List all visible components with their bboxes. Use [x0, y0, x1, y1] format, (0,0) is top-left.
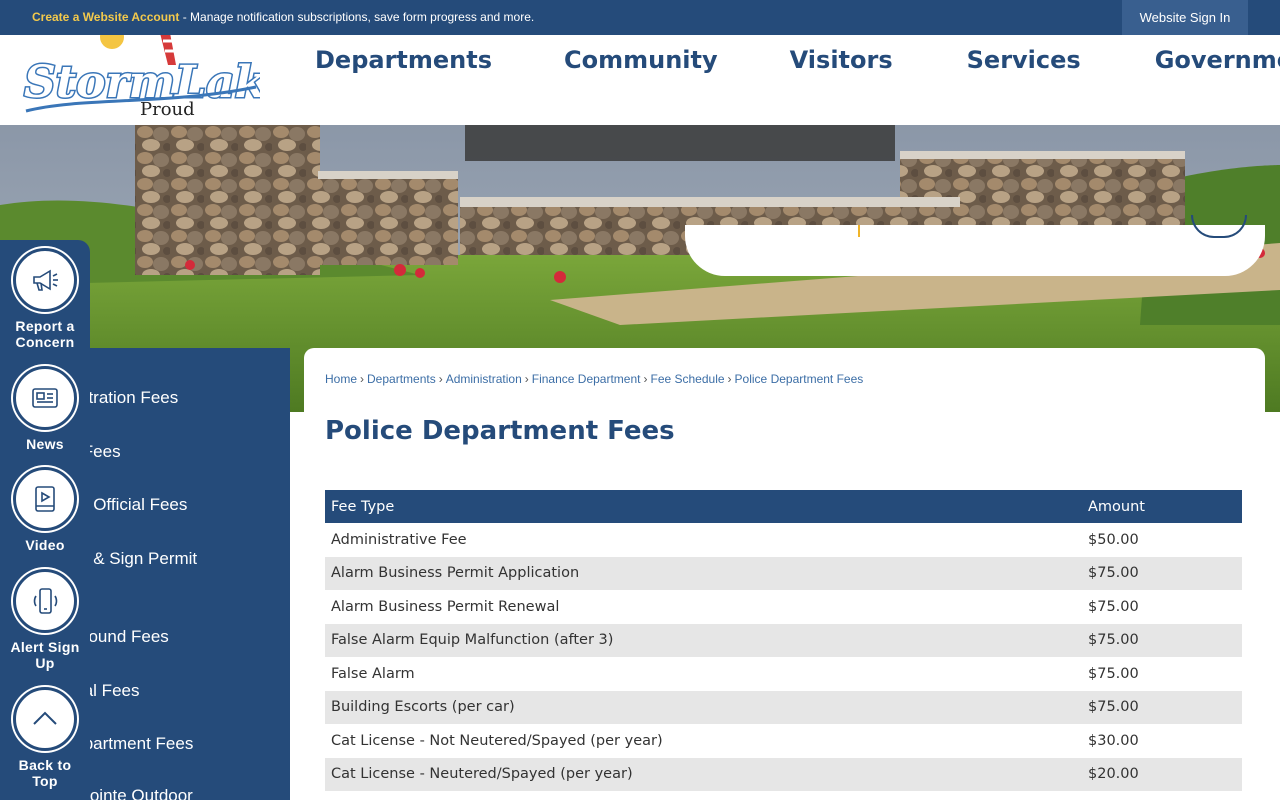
amount-cell: $20.00	[1082, 757, 1242, 791]
account-tagline: - Manage notification subscriptions, sav…	[179, 10, 535, 24]
breadcrumb-current[interactable]: Police Department Fees	[735, 372, 864, 386]
breadcrumb-administration[interactable]: Administration	[446, 372, 522, 386]
fee-type-cell: False Alarm	[331, 665, 415, 682]
breadcrumb-home[interactable]: Home	[325, 372, 357, 386]
fee-type-cell: Building Escorts (per car)	[325, 690, 1082, 724]
fee-type-cell: Administrative Fee	[331, 531, 467, 548]
breadcrumb: Home › Departments › Administration › Finance …	[325, 372, 863, 386]
column-header-amount: Amount	[1082, 490, 1242, 523]
nav-community[interactable]: Community	[564, 46, 718, 74]
alert-sign-up-label: Alert Sign Up	[10, 639, 80, 671]
table-row: False Alarm $75.00	[325, 657, 1242, 691]
video-icon	[13, 467, 77, 531]
table-row: Alarm Business Permit Application $75.00	[325, 556, 1242, 590]
report-concern-label: Report a Concern	[15, 318, 75, 350]
website-sign-in-button[interactable]: Website Sign In	[1122, 0, 1248, 35]
breadcrumb-fee-schedule[interactable]: Fee Schedule	[650, 372, 724, 386]
chevron-up-icon	[13, 687, 77, 751]
newspaper-icon	[13, 366, 77, 430]
table-row: False Alarm Equip Malfunction (after 3) …	[325, 623, 1242, 657]
back-to-top-button[interactable]: Back to Top	[0, 687, 90, 789]
fee-type-cell: Cat License - Neutered/Spayed (per year)	[325, 757, 1082, 791]
phone-alert-icon	[13, 569, 77, 633]
video-label: Video	[25, 537, 65, 553]
megaphone-icon	[13, 248, 77, 312]
breadcrumb-separator: ›	[438, 372, 443, 386]
news-button[interactable]: News	[0, 366, 90, 452]
svg-text:Proud: Proud	[140, 99, 195, 120]
storm-lake-logo[interactable]: StormLake Proud	[20, 35, 260, 125]
report-concern-button[interactable]: Report a Concern	[0, 248, 90, 350]
search-caret	[858, 225, 860, 237]
amount-cell: $75.00	[1088, 598, 1139, 615]
top-bar: Create a Website Account - Manage notifi…	[0, 0, 1280, 35]
fee-table: Fee Type Amount Administrative Fee $50.0…	[325, 490, 1242, 791]
amount-cell: $30.00	[1088, 732, 1139, 749]
breadcrumb-departments[interactable]: Departments	[367, 372, 436, 386]
amount-cell: $75.00	[1088, 665, 1139, 682]
fee-type-cell: Cat License - Not Neutered/Spayed (per y…	[331, 732, 663, 749]
table-header-row: Fee Type Amount	[325, 490, 1242, 523]
amount-cell: $75.00	[1082, 623, 1242, 657]
fee-type-cell: Alarm Business Permit Application	[325, 556, 1082, 590]
content-card: Home › Departments › Administration › Finance …	[304, 348, 1265, 800]
main-nav: Departments Community Visitors Services …	[290, 35, 1280, 85]
table-row: Alarm Business Permit Renewal $75.00	[325, 590, 1242, 624]
column-header-fee-type: Fee Type	[325, 490, 1082, 523]
nav-government[interactable]: Government	[1155, 46, 1280, 74]
nav-departments[interactable]: Departments	[315, 46, 492, 74]
fee-type-cell: Alarm Business Permit Renewal	[331, 598, 560, 615]
nav-visitors[interactable]: Visitors	[790, 46, 893, 74]
breadcrumb-separator: ›	[727, 372, 732, 386]
back-to-top-label: Back to Top	[18, 757, 72, 789]
page-title: Police Department Fees	[325, 416, 675, 446]
site-header: StormLake Proud Departments Community Vi…	[0, 35, 1280, 125]
table-row: Cat License - Not Neutered/Spayed (per y…	[325, 724, 1242, 758]
amount-cell: $75.00	[1082, 556, 1242, 590]
table-row: Cat License - Neutered/Spayed (per year)…	[325, 757, 1242, 791]
video-button[interactable]: Video	[0, 467, 90, 553]
quick-links-rail: Report a Concern News Video Alert Sign Up	[0, 240, 90, 800]
breadcrumb-finance-department[interactable]: Finance Department	[532, 372, 641, 386]
fee-type-cell: False Alarm Equip Malfunction (after 3)	[325, 623, 1082, 657]
breadcrumb-separator: ›	[360, 372, 365, 386]
breadcrumb-separator: ›	[524, 372, 529, 386]
breadcrumb-separator: ›	[643, 372, 648, 386]
search-button[interactable]	[1191, 215, 1247, 238]
account-message: Create a Website Account - Manage notifi…	[32, 10, 534, 24]
amount-cell: $75.00	[1082, 690, 1242, 724]
search-box[interactable]	[685, 215, 1265, 276]
amount-cell: $50.00	[1088, 531, 1139, 548]
table-row: Administrative Fee $50.00	[325, 523, 1242, 557]
nav-services[interactable]: Services	[967, 46, 1081, 74]
alert-sign-up-button[interactable]: Alert Sign Up	[0, 569, 90, 671]
table-row: Building Escorts (per car) $75.00	[325, 690, 1242, 724]
news-label: News	[26, 436, 64, 452]
create-account-link[interactable]: Create a Website Account	[32, 10, 179, 24]
